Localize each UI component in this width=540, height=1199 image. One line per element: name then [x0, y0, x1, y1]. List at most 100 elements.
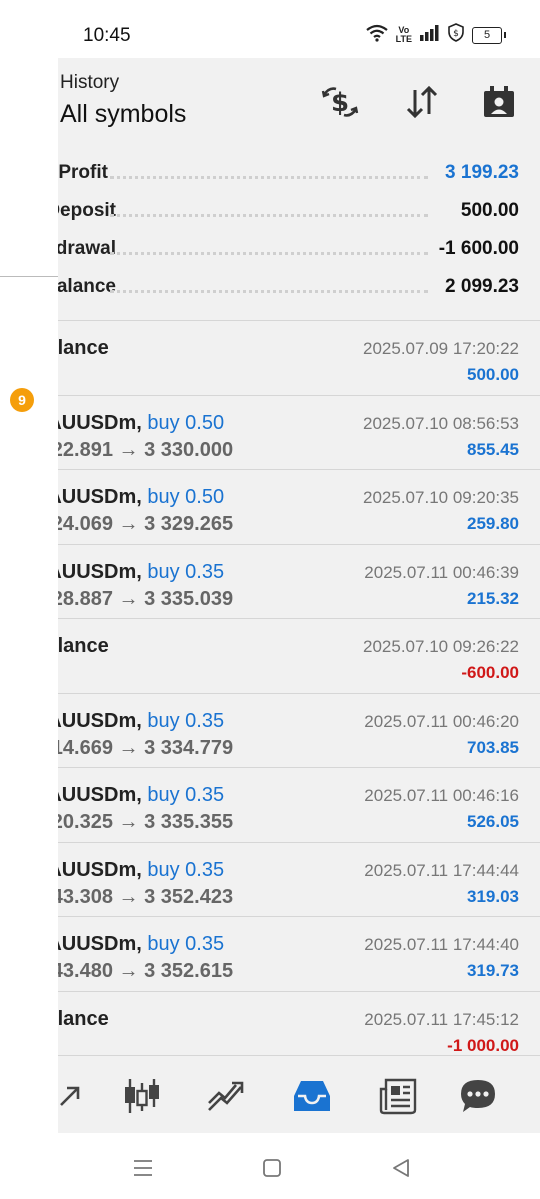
news-icon[interactable]	[376, 1074, 420, 1118]
battery-icon: 5	[472, 26, 506, 44]
menu-icon[interactable]	[128, 1153, 158, 1183]
deal-time: 2025.07.11 17:44:40	[364, 935, 519, 954]
deal-symbol-text: XAUUSDm,	[58, 560, 142, 583]
summary-leader	[110, 176, 428, 179]
summary-deposit: Deposit: 500.00	[58, 200, 540, 230]
history-panel: History All symbols $ Profit: 3 199.23 D…	[58, 58, 540, 1133]
deal-action: buy 0.35	[147, 784, 225, 806]
deal-symbol: XAUUSDm, buy 0.50	[58, 486, 224, 509]
drawer-divider	[0, 276, 58, 277]
deal-symbol-text: Balance	[58, 1007, 109, 1030]
quotes-arrow-icon[interactable]	[48, 1074, 92, 1118]
deal-row[interactable]: XAUUSDm, buy 0.35 3 328.887 → 3 335.039 20…	[58, 543, 540, 619]
deal-symbol-text: XAUUSDm,	[58, 486, 142, 508]
wifi-icon	[365, 24, 388, 47]
deal-symbol-text: Balance	[58, 337, 109, 359]
deal-row[interactable]: XAUUSDm, buy 0.50 3 322.891 → 3 330.000 20…	[58, 394, 540, 470]
svg-text:$: $	[331, 88, 349, 118]
summary-value: 500.00	[460, 200, 519, 221]
deal-amount: -600.00	[461, 663, 519, 682]
deal-time: 2025.07.11 00:46:20	[364, 711, 519, 731]
history-inbox-icon[interactable]	[290, 1074, 334, 1118]
status-icons: Vo LTE $ 5	[365, 23, 506, 47]
deals-list: Balance 2025.07.09 17:20:22 500.00 XAUUSDm,…	[58, 320, 540, 1066]
deal-time: 2025.07.10 09:20:35	[363, 488, 519, 507]
summary-profit: Profit: 3 199.23	[58, 162, 540, 192]
deal-symbol-text: XAUUSDm,	[58, 709, 142, 732]
deal-symbol-text: Balance	[58, 635, 109, 657]
deal-row[interactable]: XAUUSDm, buy 0.35 3 343.480 → 3 352.615 20…	[58, 916, 540, 991]
deal-amount: 855.45	[467, 439, 519, 459]
drawer-strip[interactable]: 9	[0, 58, 58, 1133]
deal-prices: 3 322.891 → 3 330.000	[58, 438, 234, 461]
deal-prices: 3 320.325 → 3 335.355	[58, 811, 234, 833]
deal-symbol: Balance	[58, 635, 109, 658]
deal-action: buy 0.50	[147, 486, 225, 508]
summary-label: Profit:	[58, 162, 108, 183]
deal-symbol: Balance	[58, 1008, 109, 1031]
deal-row[interactable]: XAUUSDm, buy 0.35 3 320.325 → 3 335.355 20…	[58, 767, 540, 842]
deal-row[interactable]: Balance 2025.07.10 09:26:22 -600.00	[58, 618, 540, 693]
status-bar: 10:45 Vo LTE $ 5	[0, 0, 540, 58]
calendar-icon[interactable]	[479, 82, 519, 122]
home-icon[interactable]	[257, 1153, 287, 1183]
currency-exchange-icon[interactable]: $	[320, 82, 360, 122]
deal-symbol: XAUUSDm, buy 0.50	[58, 412, 224, 435]
deal-time: 2025.07.11 17:45:12	[364, 1009, 519, 1029]
deal-amount: -1 000.00	[447, 1035, 519, 1055]
summary-leader	[110, 214, 428, 217]
shield-dollar-icon: $	[448, 23, 464, 47]
deal-symbol-text: XAUUSDm,	[58, 784, 142, 806]
deal-row[interactable]: Balance 2025.07.09 17:20:22 500.00	[58, 320, 540, 395]
deal-amount: 319.73	[467, 961, 519, 980]
summary-leader	[110, 290, 428, 293]
deal-action: buy 0.35	[147, 560, 225, 583]
status-time: 10:45	[83, 25, 131, 46]
deal-amount: 259.80	[467, 514, 519, 533]
deal-time: 2025.07.09 17:20:22	[363, 339, 519, 358]
deal-row[interactable]: XAUUSDm, buy 0.35 3 343.308 → 3 352.423 20…	[58, 841, 540, 917]
signal-icon	[420, 24, 440, 46]
deal-prices: 3 314.669 → 3 334.779	[58, 736, 234, 759]
symbol-filter[interactable]: All symbols	[60, 100, 186, 129]
deal-amount: 500.00	[467, 365, 519, 384]
deal-symbol: Balance	[58, 337, 109, 360]
deal-symbol: XAUUSDm, buy 0.35	[58, 933, 224, 956]
summary-value: 3 199.23	[445, 162, 519, 183]
summary-label: Deposit:	[58, 200, 116, 221]
deal-row[interactable]: XAUUSDm, buy 0.35 3 314.669 → 3 334.779 20…	[58, 692, 540, 768]
summary-label: Balance:	[58, 276, 116, 297]
deal-time: 2025.07.11 00:46:39	[364, 562, 519, 582]
deal-action: buy 0.35	[147, 858, 225, 881]
summary-withdrawal: Withdrawal: -1 600.00	[58, 238, 540, 268]
svg-text:$: $	[453, 29, 459, 39]
bottom-nav	[58, 1055, 540, 1134]
summary-value: -1 600.00	[438, 238, 519, 259]
deal-amount: 703.85	[467, 737, 519, 757]
deal-amount: 319.03	[467, 886, 519, 906]
deal-row[interactable]: XAUUSDm, buy 0.50 3 324.069 → 3 329.265 20…	[58, 469, 540, 544]
back-icon[interactable]	[386, 1153, 416, 1183]
deal-amount: 526.05	[467, 812, 519, 831]
deal-action: buy 0.35	[147, 709, 225, 732]
deal-symbol-text: XAUUSDm,	[58, 933, 142, 955]
deal-prices: 3 343.480 → 3 352.615	[58, 960, 234, 982]
deal-symbol: XAUUSDm, buy 0.35	[58, 859, 224, 882]
deal-symbol: XAUUSDm, buy 0.35	[58, 710, 224, 733]
notification-badge[interactable]: 9	[10, 388, 34, 412]
deal-amount: 215.32	[467, 588, 519, 608]
chat-icon[interactable]	[456, 1074, 500, 1118]
sort-icon[interactable]	[402, 82, 442, 122]
trade-trend-icon[interactable]	[204, 1074, 248, 1118]
deal-prices: 3 324.069 → 3 329.265	[58, 513, 234, 535]
deal-symbol: XAUUSDm, buy 0.35	[58, 784, 224, 807]
chart-candles-icon[interactable]	[120, 1074, 164, 1118]
summary-value: 2 099.23	[445, 276, 519, 297]
deal-prices: 3 328.887 → 3 335.039	[58, 587, 234, 610]
volte-icon: Vo LTE	[395, 25, 412, 44]
deal-time: 2025.07.10 08:56:53	[363, 413, 519, 433]
summary-label: Withdrawal:	[58, 238, 116, 259]
deal-row[interactable]: Balance 2025.07.11 17:45:12 -1 000.00	[58, 990, 540, 1066]
deal-action: buy 0.35	[147, 933, 225, 955]
deal-time: 2025.07.10 09:26:22	[363, 637, 519, 656]
